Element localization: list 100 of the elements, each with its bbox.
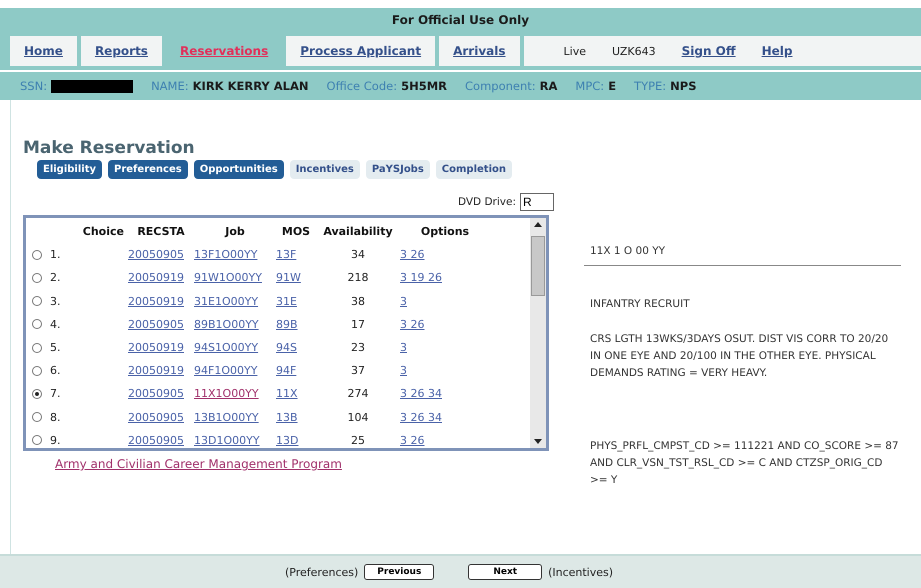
job-link[interactable]: 94S1O00YY [194, 341, 258, 354]
step-tab[interactable]: Incentives [290, 160, 360, 179]
options-link[interactable]: 3 19 26 [400, 271, 442, 284]
options-link[interactable]: 3 [400, 341, 407, 354]
next-hint: (Incentives) [548, 566, 614, 578]
nav-tab[interactable]: Reports [80, 36, 162, 66]
job-link[interactable]: 31E1O00YY [194, 294, 258, 308]
choice-radio[interactable] [32, 342, 42, 353]
recsta-link[interactable]: 20050905 [128, 410, 184, 424]
mos-link[interactable]: 94S [276, 341, 297, 354]
nav-tab[interactable]: Process Applicant [286, 36, 436, 66]
next-button[interactable]: Next [468, 564, 542, 580]
program-link[interactable]: Army and Civilian Career Management Program [55, 457, 568, 471]
job-link[interactable]: 13D1O00YY [194, 434, 260, 447]
availability-cell: 37 [351, 364, 365, 378]
recsta-link[interactable]: 20050919 [128, 271, 184, 284]
options-link[interactable]: 3 26 34 [400, 410, 442, 424]
sign-off-link[interactable]: Sign Off [682, 44, 736, 58]
options-link[interactable]: 3 26 34 [400, 387, 442, 400]
choice-radio[interactable] [32, 388, 42, 399]
previous-hint: (Preferences) [285, 566, 358, 578]
choice-radio[interactable] [32, 366, 42, 376]
choice-radio[interactable] [32, 296, 42, 306]
field-value: NPS [670, 79, 697, 93]
availability-cell: 38 [351, 294, 365, 308]
choice-radio[interactable] [32, 435, 42, 446]
choice-number: 8. [50, 410, 60, 424]
field-value: 5H5MR [401, 79, 448, 93]
scroll-thumb[interactable] [531, 236, 545, 296]
field-label: NAME: [151, 79, 189, 93]
step-tab[interactable]: PaYSJobs [366, 160, 430, 179]
choice-number: 9. [50, 434, 60, 447]
options-link[interactable]: 3 26 [400, 318, 424, 331]
job-requirements: PHYS_PRFL_CMPST_CD >= 111221 AND CO_SCORE >= 87 AND CLR_VSN_TST_RSL_CD >= C AND CTZSP_ORIG_CD >= Y [590, 439, 900, 488]
recsta-link[interactable]: 20050905 [128, 387, 184, 400]
mos-link[interactable]: 13F [276, 248, 296, 262]
mos-link[interactable]: 94F [276, 364, 296, 378]
choice-number: 5. [50, 341, 60, 354]
choice-radio[interactable] [32, 272, 42, 283]
mos-link[interactable]: 89B [276, 318, 298, 331]
options-link[interactable]: 3 26 [400, 434, 424, 447]
availability-cell: 23 [351, 341, 365, 354]
mos-link[interactable]: 31E [276, 294, 297, 308]
job-description: CRS LGTH 13WKS/3DAYS OSUT. DIST VIS CORR TO 20/20 IN ONE EYE AND 20/100 IN THE OTHER EYE. PHYSICAL DEMANDS RATING = VERY HEAVY. [590, 332, 890, 381]
job-link[interactable]: 94F1O00YY [194, 364, 258, 378]
choice-radio[interactable] [32, 412, 42, 422]
choice-radio[interactable] [32, 319, 42, 330]
choice-number: 6. [50, 364, 60, 378]
options-link[interactable]: 3 [400, 364, 407, 378]
column-header: RECSTA [136, 224, 186, 240]
page-heading: Make Reservation [23, 138, 196, 158]
field-value: RA [540, 79, 558, 93]
mos-link[interactable]: 11X [276, 387, 298, 400]
job-link[interactable]: 13B1O00YY [194, 410, 259, 424]
step-tab[interactable]: Opportunities [194, 160, 284, 179]
availability-cell: 34 [351, 248, 365, 262]
banner-title: For Official Use Only [0, 8, 921, 32]
choice-number: 7. [50, 387, 60, 400]
step-tab[interactable]: Completion [436, 160, 512, 179]
choice-number: 4. [50, 318, 60, 331]
job-title: INFANTRY RECRUIT [590, 297, 691, 312]
dvd-drive-label: DVD Drive: [458, 196, 516, 208]
recsta-link[interactable]: 20050919 [128, 364, 184, 378]
scrollbar[interactable] [530, 218, 546, 448]
field-label: Component: [465, 79, 536, 93]
field-value: E [608, 79, 616, 93]
availability-cell: 218 [348, 271, 368, 284]
options-link[interactable]: 3 [400, 294, 407, 308]
recsta-link[interactable]: 20050905 [128, 434, 184, 447]
help-link[interactable]: Help [762, 44, 792, 58]
mos-link[interactable]: 13D [276, 434, 298, 447]
nav-tab[interactable]: Home [10, 36, 77, 66]
nav-tab[interactable]: Arrivals [439, 36, 520, 66]
job-link[interactable]: 13F1O00YY [194, 248, 258, 262]
field-label: MPC: [575, 79, 604, 93]
recsta-link[interactable]: 20050919 [128, 294, 184, 308]
options-link[interactable]: 3 26 [400, 248, 424, 262]
mos-link[interactable]: 91W [276, 271, 301, 284]
availability-cell: 104 [348, 410, 368, 424]
recsta-link[interactable]: 20050905 [128, 318, 184, 331]
step-tab[interactable]: Eligibility [37, 160, 102, 179]
dvd-drive-field[interactable]: R [520, 193, 554, 211]
job-link[interactable]: 89B1O00YY [194, 318, 259, 331]
user-id: UZK643 [612, 44, 656, 58]
choice-radio[interactable] [32, 250, 42, 260]
availability-cell: 17 [351, 318, 365, 331]
availability-cell: 274 [348, 387, 368, 400]
previous-button[interactable]: Previous [364, 564, 434, 580]
step-tab[interactable]: Preferences [108, 160, 188, 179]
column-header: Availability [322, 224, 394, 240]
recsta-link[interactable]: 20050919 [128, 341, 184, 354]
choice-number: 3. [50, 294, 60, 308]
job-link[interactable]: 91W1O00YY [194, 271, 262, 284]
choice-number: 2. [50, 271, 60, 284]
mode-label: Live [564, 44, 586, 58]
recsta-link[interactable]: 20050905 [128, 248, 184, 262]
job-link[interactable]: 11X1O00YY [194, 387, 259, 400]
field-label: TYPE: [634, 79, 666, 93]
mos-link[interactable]: 13B [276, 410, 298, 424]
availability-cell: 25 [351, 434, 365, 447]
